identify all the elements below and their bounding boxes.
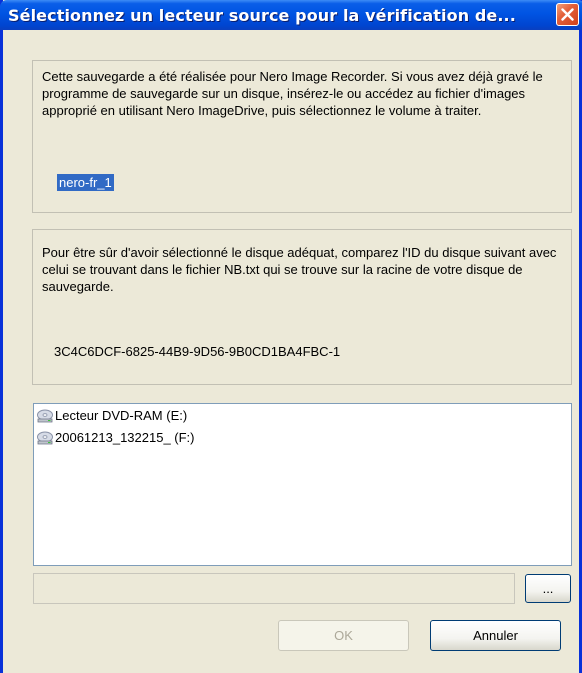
backup-info-group: Cette sauvegarde a été réalisée pour Ner… (32, 60, 572, 213)
drive-item-f[interactable]: 20061213_132215_ (F:) (36, 428, 195, 448)
disc-id-instructions: Pour être sûr d'avoir sélectionné le dis… (42, 245, 557, 294)
cancel-button[interactable]: Annuler (430, 620, 561, 651)
disc-id-group: Pour être sûr d'avoir sélectionné le dis… (32, 229, 572, 385)
drive-label: 20061213_132215_ (F:) (55, 430, 195, 445)
drive-list[interactable]: Lecteur DVD-RAM (E:) 20061213_132215_ (F… (33, 403, 572, 566)
title-bar[interactable]: Sélectionnez un lecteur source pour la v… (0, 0, 582, 30)
image-path-field[interactable] (33, 573, 515, 604)
close-icon (561, 8, 574, 21)
optical-drive-icon (37, 431, 53, 445)
drive-item-e[interactable]: Lecteur DVD-RAM (E:) (36, 406, 187, 426)
volume-name[interactable]: nero-fr_1 (57, 174, 114, 191)
backup-info-text: Cette sauvegarde a été réalisée pour Ner… (42, 69, 543, 118)
dialog-window: Sélectionnez un lecteur source pour la v… (0, 0, 582, 673)
ok-button[interactable]: OK (278, 620, 409, 651)
disc-id-value: 3C4C6DCF-6825-44B9-9D56-9B0CD1BA4FBC-1 (54, 344, 341, 359)
optical-drive-icon (37, 409, 53, 423)
browse-button[interactable]: ... (525, 574, 571, 603)
close-button[interactable] (556, 3, 579, 26)
drive-label: Lecteur DVD-RAM (E:) (55, 408, 188, 423)
window-title: Sélectionnez un lecteur source pour la v… (8, 6, 516, 25)
